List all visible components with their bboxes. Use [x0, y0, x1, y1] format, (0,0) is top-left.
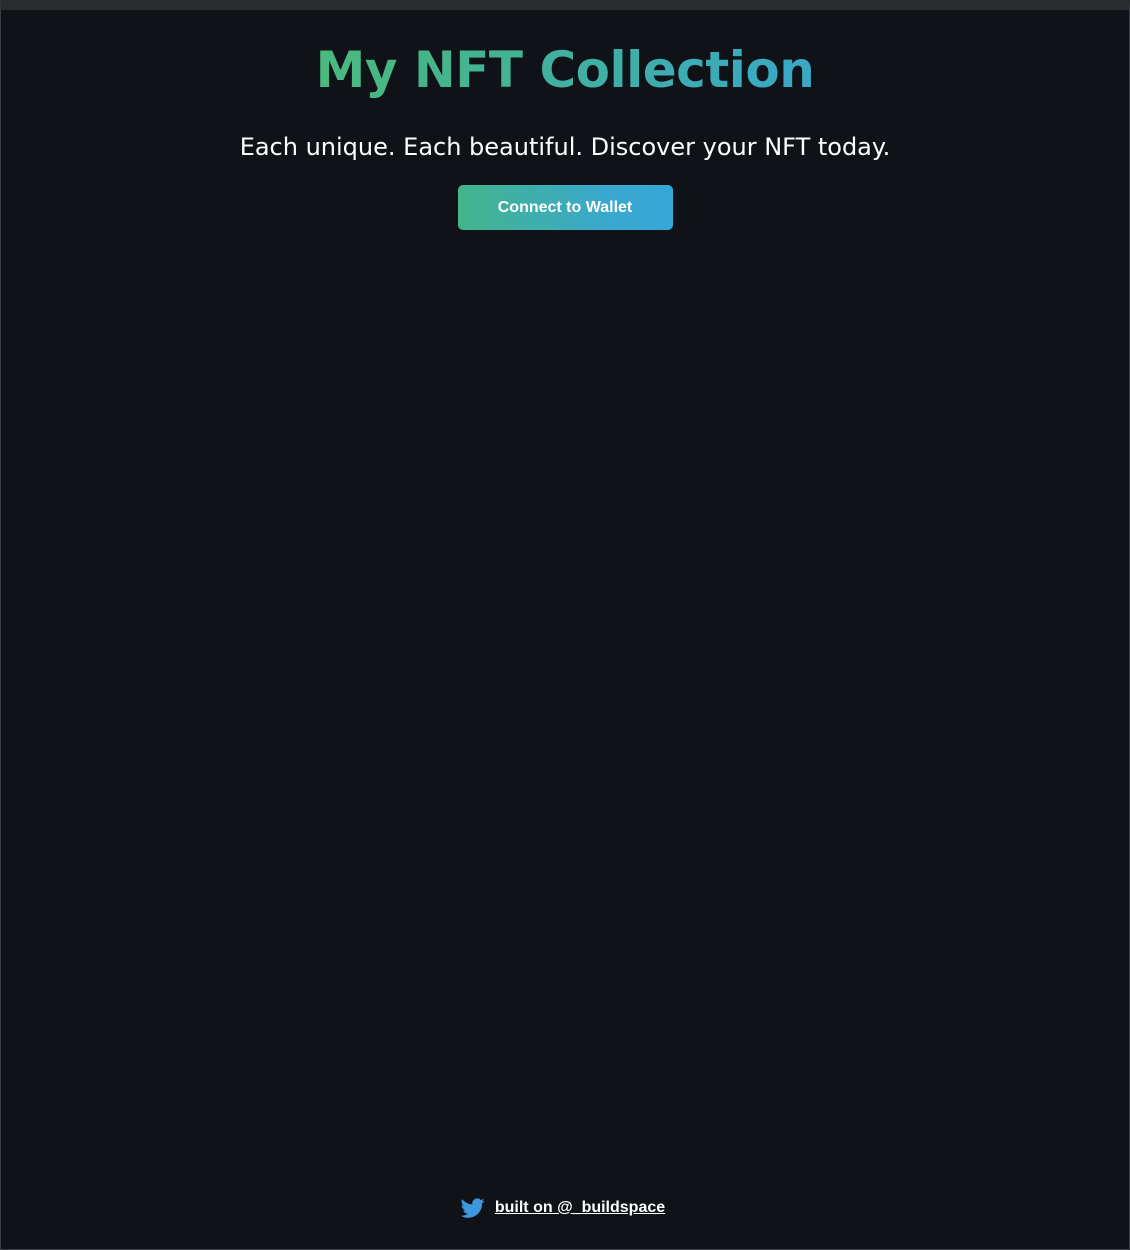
twitter-icon [460, 1196, 485, 1220]
footer: built on @_buildspace [1, 1188, 1129, 1228]
page-title: My NFT Collection [1, 38, 1129, 102]
buildspace-link[interactable]: built on @_buildspace [495, 1199, 665, 1217]
page-subtitle: Each unique. Each beautiful. Discover yo… [239, 133, 891, 161]
header-container: My NFT Collection Each unique. Each beau… [1, 38, 1129, 230]
connect-wallet-button[interactable]: Connect to Wallet [457, 185, 673, 230]
app-window: My NFT Collection Each unique. Each beau… [0, 0, 1130, 1250]
